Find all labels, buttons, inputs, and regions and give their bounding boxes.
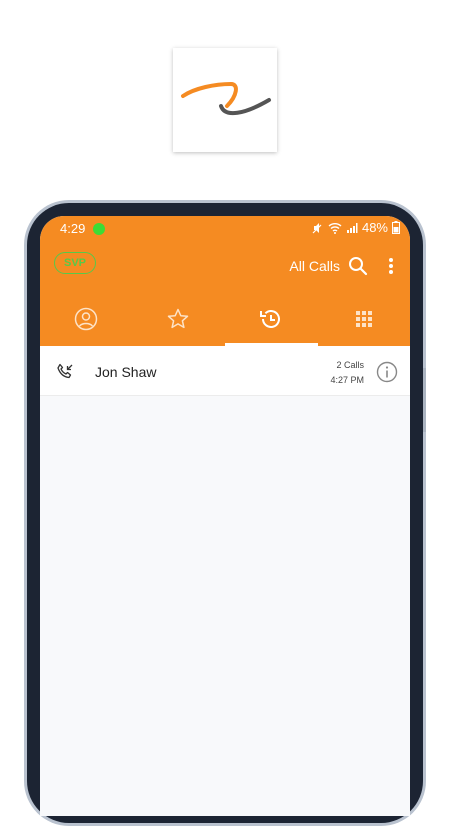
battery-percent: 48% xyxy=(361,220,388,235)
list-item[interactable]: Jon Shaw 2 Calls 4:27 PM xyxy=(40,346,410,396)
volume-button xyxy=(423,368,426,432)
tab-favorites[interactable] xyxy=(132,292,224,346)
app-logo-card xyxy=(173,48,277,152)
info-icon[interactable] xyxy=(376,361,398,383)
signal-icon xyxy=(346,222,358,233)
call-time: 4:27 PM xyxy=(330,375,364,385)
status-bar: 4:29 48% xyxy=(40,216,410,242)
wifi-icon xyxy=(328,222,342,234)
tab-recents[interactable] xyxy=(225,292,317,346)
star-icon xyxy=(167,308,189,329)
tab-contacts[interactable] xyxy=(40,292,132,346)
search-icon[interactable] xyxy=(348,256,368,276)
call-filter-dropdown[interactable]: All Calls xyxy=(289,258,340,274)
mute-icon xyxy=(312,222,322,233)
more-options-icon[interactable] xyxy=(388,256,394,276)
caller-name: Jon Shaw xyxy=(95,364,157,380)
svp-badge[interactable]: SVP xyxy=(54,252,96,274)
person-circle-icon xyxy=(74,307,98,331)
incoming-call-icon xyxy=(57,363,73,379)
status-time: 4:29 xyxy=(60,221,86,236)
battery-icon xyxy=(392,221,400,234)
app-logo-icon xyxy=(181,81,271,116)
app-bar: SVP All Calls xyxy=(40,242,410,292)
tab-dialpad[interactable] xyxy=(318,292,410,346)
history-icon xyxy=(260,310,280,328)
status-icons: 48% xyxy=(312,220,400,235)
recording-indicator xyxy=(93,223,105,235)
tab-bar xyxy=(40,292,410,346)
call-count: 2 Calls xyxy=(336,360,364,370)
phone-screen: 4:29 48% SVP All Calls Jon Shaw 2 Calls … xyxy=(40,216,410,816)
dialpad-icon xyxy=(356,311,372,327)
